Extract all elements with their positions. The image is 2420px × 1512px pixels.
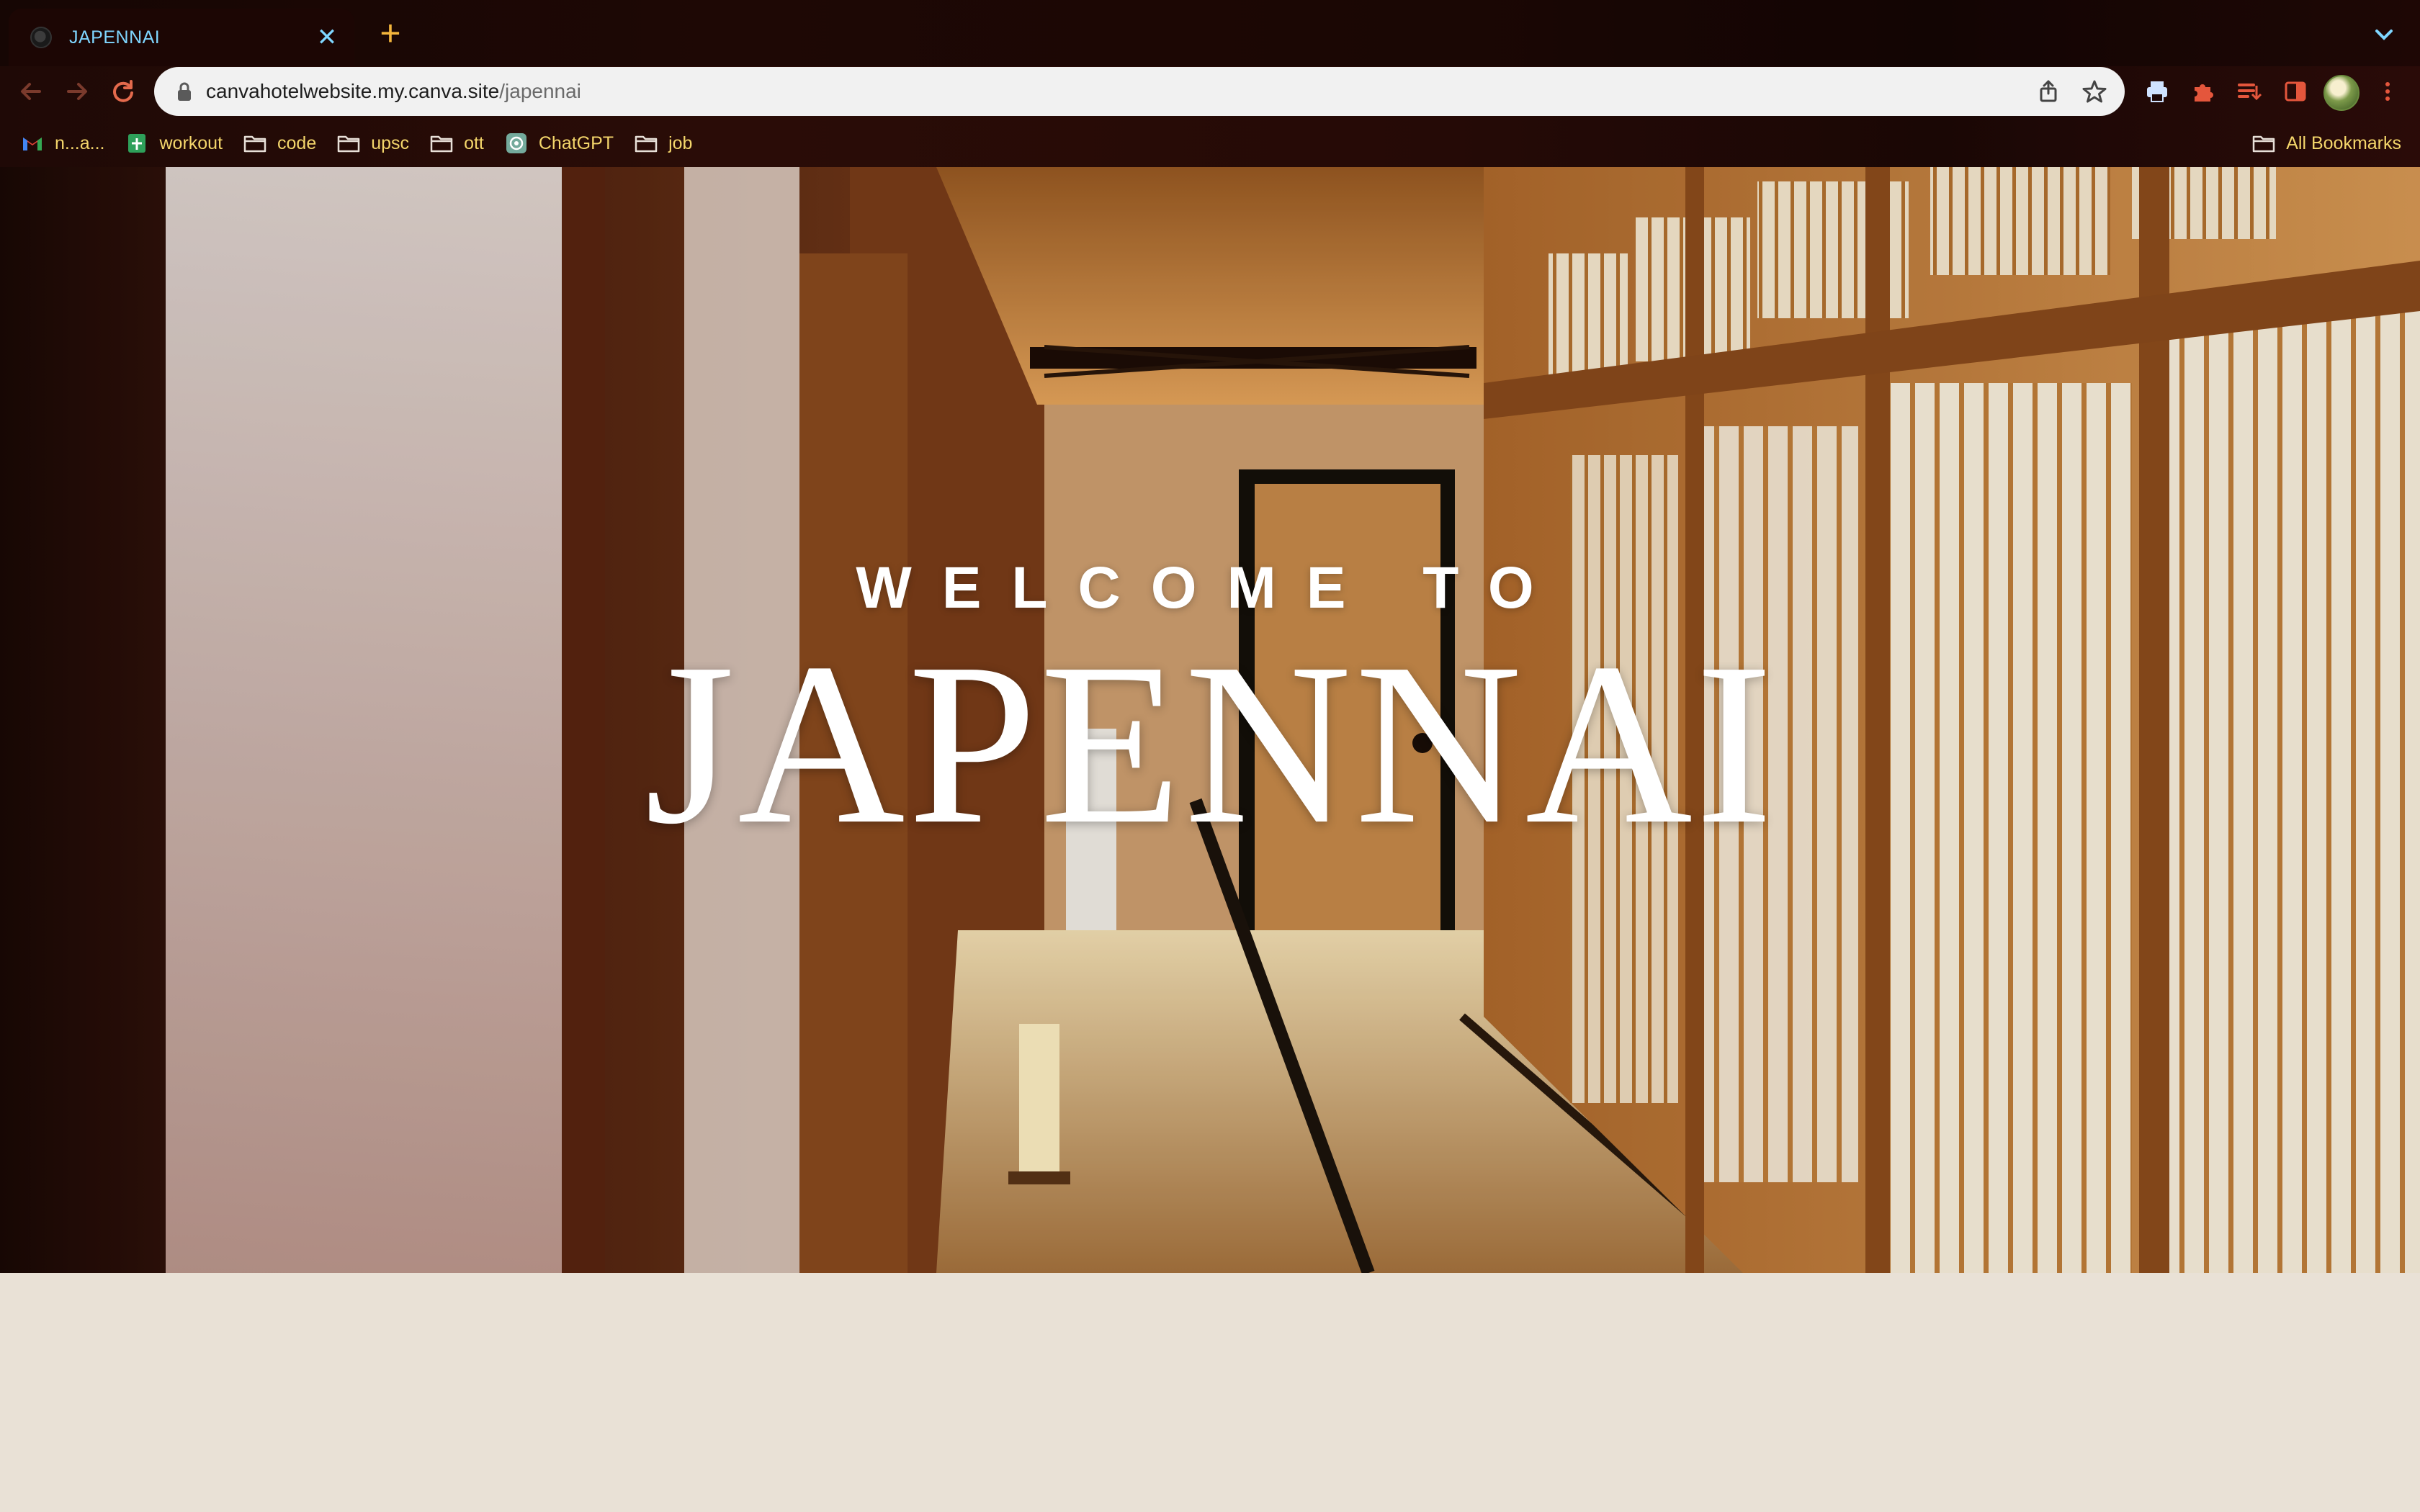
bookmark-folder-job[interactable]: job (624, 125, 702, 161)
back-arrow-icon (21, 83, 41, 100)
site-favicon-icon (30, 27, 52, 48)
forward-arrow-icon (67, 83, 87, 100)
sheets-icon (125, 132, 149, 154)
url-text: canvahotelwebsite.my.canva.site/japennai (206, 80, 2033, 103)
browser-menu-icon[interactable] (2371, 75, 2404, 108)
bookmark-workout[interactable]: workout (115, 125, 233, 161)
bookmark-label: n...a... (55, 132, 105, 153)
share-icon[interactable] (2033, 76, 2064, 107)
hero-section: WELCOME TO JAPENNAI (0, 167, 2420, 1273)
folder-icon (243, 132, 267, 154)
hero-welcome-text: WELCOME TO (856, 555, 1564, 621)
back-button[interactable] (13, 73, 49, 109)
tab-search-chevron-icon[interactable] (2368, 19, 2400, 50)
bookmark-label: ChatGPT (538, 132, 614, 153)
bookmark-chatgpt[interactable]: ChatGPT (494, 125, 624, 161)
tab-strip: JAPENNAI ✕ + (0, 0, 2420, 66)
url-path: /japennai (499, 80, 581, 102)
folder-icon (336, 132, 361, 154)
content-area-below-hero (0, 1273, 2420, 1512)
toolbar: canvahotelwebsite.my.canva.site/japennai (0, 66, 2420, 117)
folder-icon (634, 132, 658, 154)
all-bookmarks-label: All Bookmarks (2286, 132, 2401, 153)
printer-extension-icon[interactable] (2141, 75, 2174, 108)
bookmark-folder-upsc[interactable]: upsc (326, 125, 419, 161)
close-tab-icon[interactable]: ✕ (313, 23, 341, 52)
chatgpt-icon (504, 132, 529, 154)
bookmark-label: upsc (371, 132, 410, 153)
tab-japennai[interactable]: JAPENNAI ✕ (9, 9, 354, 66)
hero-brand-title: JAPENNAI (644, 615, 1776, 872)
extensions-puzzle-icon[interactable] (2187, 75, 2220, 108)
bookmark-label: code (277, 132, 317, 153)
browser-chrome: JAPENNAI ✕ + canvahotelwebsite.my.canva.… (0, 0, 2420, 168)
folder-icon (429, 132, 454, 154)
bookmark-folder-ott[interactable]: ott (419, 125, 494, 161)
forward-button[interactable] (59, 73, 95, 109)
url-domain: canvahotelwebsite.my.canva.site (206, 80, 500, 102)
bookmark-label: ott (464, 132, 484, 153)
reading-list-icon[interactable] (2233, 75, 2266, 108)
reload-icon (113, 80, 133, 102)
reload-button[interactable] (105, 73, 141, 109)
gmail-icon (20, 132, 45, 154)
bookmark-star-icon[interactable] (2079, 76, 2110, 107)
address-bar[interactable]: canvahotelwebsite.my.canva.site/japennai (154, 67, 2125, 116)
side-panel-icon[interactable] (2279, 75, 2312, 108)
folder-icon (2251, 132, 2276, 154)
bookmarks-bar: n...a... workout code upsc ott ChatGPT j… (0, 121, 2420, 166)
new-tab-button[interactable]: + (373, 15, 408, 51)
lock-icon (178, 82, 191, 101)
bookmark-label: workout (159, 132, 223, 153)
bookmark-label: job (668, 132, 693, 153)
bookmark-gmail[interactable]: n...a... (10, 125, 115, 161)
all-bookmarks-button[interactable]: All Bookmarks (2241, 125, 2411, 161)
profile-avatar[interactable] (2323, 75, 2360, 111)
bookmark-folder-code[interactable]: code (233, 125, 326, 161)
tab-title: JAPENNAI (69, 27, 161, 48)
